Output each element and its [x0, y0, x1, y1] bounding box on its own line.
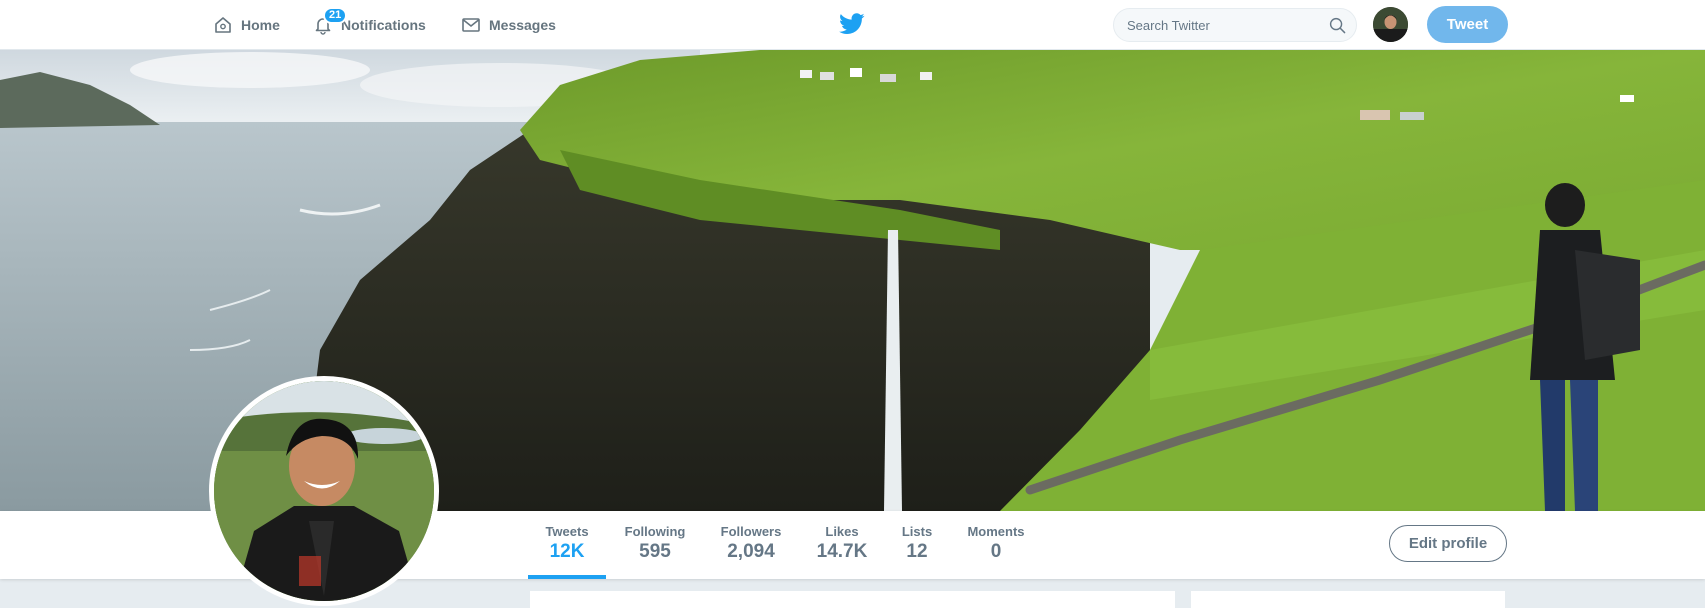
stat-following-value: 595 — [639, 541, 671, 562]
search-icon[interactable] — [1329, 17, 1346, 34]
stat-lists-label: Lists — [901, 524, 933, 539]
search-box — [1113, 8, 1357, 42]
nav-notifications[interactable]: 21 Notifications — [313, 0, 426, 50]
nav-messages-label: Messages — [489, 17, 556, 33]
stat-followers[interactable]: Followers 2,094 — [713, 511, 789, 579]
envelope-icon — [462, 18, 480, 32]
profile-avatar[interactable] — [209, 376, 439, 606]
stat-followers-value: 2,094 — [727, 541, 775, 562]
nav-notifications-label: Notifications — [341, 17, 426, 33]
stat-moments-label: Moments — [967, 524, 1025, 539]
edit-profile-button[interactable]: Edit profile — [1389, 525, 1507, 562]
tweet-button[interactable]: Tweet — [1427, 6, 1508, 43]
stat-likes[interactable]: Likes 14.7K — [811, 511, 873, 579]
top-navigation-bar: Home 21 Notifications Messages Search Tw… — [0, 0, 1705, 50]
stat-moments-value: 0 — [990, 541, 1002, 562]
stat-tweets-value: 12K — [549, 541, 585, 562]
stat-following[interactable]: Following 595 — [617, 511, 693, 579]
account-avatar[interactable] — [1373, 7, 1408, 42]
notifications-count-badge: 21 — [323, 7, 348, 24]
stat-tweets[interactable]: Tweets 12K — [528, 511, 606, 579]
sidebar-card — [1190, 590, 1506, 608]
avatar-photo — [1373, 7, 1408, 42]
stat-lists[interactable]: Lists 12 — [895, 511, 939, 579]
home-icon — [215, 17, 231, 33]
search-input[interactable] — [1114, 9, 1324, 41]
nav-home[interactable]: Home — [213, 0, 280, 50]
twitter-bird-icon[interactable] — [839, 13, 865, 35]
profile-avatar-photo — [214, 381, 434, 601]
timeline-card — [529, 590, 1176, 608]
stat-likes-label: Likes — [825, 524, 859, 539]
stat-followers-label: Followers — [720, 524, 782, 539]
nav-messages[interactable]: Messages — [461, 0, 556, 50]
stat-lists-value: 12 — [906, 541, 928, 562]
stat-following-label: Following — [624, 524, 686, 539]
stat-tweets-label: Tweets — [545, 524, 589, 539]
nav-home-label: Home — [241, 17, 280, 33]
stat-likes-value: 14.7K — [816, 541, 868, 562]
stat-moments[interactable]: Moments 0 — [960, 511, 1032, 579]
